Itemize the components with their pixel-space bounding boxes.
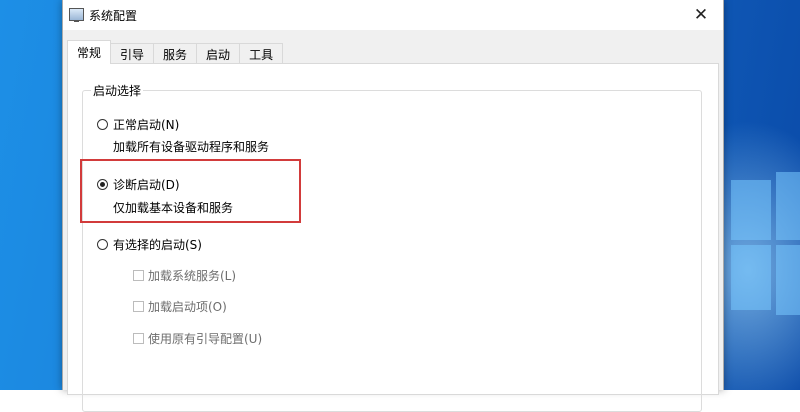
wallpaper-window-logo-pane bbox=[731, 180, 771, 240]
tab-general[interactable]: 常规 bbox=[67, 40, 112, 64]
tab-boot[interactable]: 引导 bbox=[110, 43, 155, 64]
title-bar: 系统配置 ✕ bbox=[63, 0, 723, 30]
tab-tools[interactable]: 工具 bbox=[239, 43, 284, 64]
normal-startup-description: 加载所有设备驱动程序和服务 bbox=[113, 140, 270, 154]
wallpaper-window-logo-pane bbox=[776, 172, 800, 240]
use-original-boot-config-label: 使用原有引导配置(U) bbox=[148, 332, 263, 346]
close-button[interactable]: ✕ bbox=[679, 0, 723, 30]
wallpaper-window-logo-pane bbox=[776, 245, 800, 315]
load-system-services-checkbox[interactable] bbox=[133, 270, 144, 281]
load-startup-items-label: 加载启动项(O) bbox=[148, 300, 227, 314]
annotation-highlight-box bbox=[80, 159, 301, 223]
wallpaper-window-logo-pane bbox=[731, 245, 771, 310]
load-system-services-label: 加载系统服务(L) bbox=[148, 269, 237, 283]
normal-startup-option[interactable]: 正常启动(N) bbox=[97, 116, 179, 133]
normal-startup-label: 正常启动(N) bbox=[113, 118, 180, 132]
use-original-boot-config-option[interactable]: 使用原有引导配置(U) bbox=[133, 330, 262, 347]
general-tab-panel: 启动选择 正常启动(N) 加载所有设备驱动程序和服务 诊断启动(D) 仅加载基本… bbox=[67, 63, 719, 412]
selective-startup-option[interactable]: 有选择的启动(S) bbox=[97, 236, 202, 253]
load-system-services-option[interactable]: 加载系统服务(L) bbox=[133, 267, 236, 284]
group-legend: 启动选择 bbox=[91, 82, 144, 99]
startup-selection-group: 启动选择 正常启动(N) 加载所有设备驱动程序和服务 诊断启动(D) 仅加载基本… bbox=[82, 82, 702, 412]
selective-startup-label: 有选择的启动(S) bbox=[113, 238, 202, 252]
window-title: 系统配置 bbox=[89, 9, 138, 23]
load-startup-items-checkbox[interactable] bbox=[133, 301, 144, 312]
msconfig-icon bbox=[69, 8, 84, 22]
tab-services[interactable]: 服务 bbox=[153, 43, 198, 64]
tab-startup[interactable]: 启动 bbox=[196, 43, 241, 64]
use-original-boot-config-checkbox[interactable] bbox=[133, 333, 144, 344]
load-startup-items-option[interactable]: 加载启动项(O) bbox=[133, 298, 227, 315]
selective-startup-radio[interactable] bbox=[97, 239, 108, 250]
tab-bar: 常规 引导 服务 启动 工具 bbox=[67, 40, 284, 64]
close-icon: ✕ bbox=[693, 5, 709, 25]
normal-startup-radio[interactable] bbox=[97, 119, 108, 130]
